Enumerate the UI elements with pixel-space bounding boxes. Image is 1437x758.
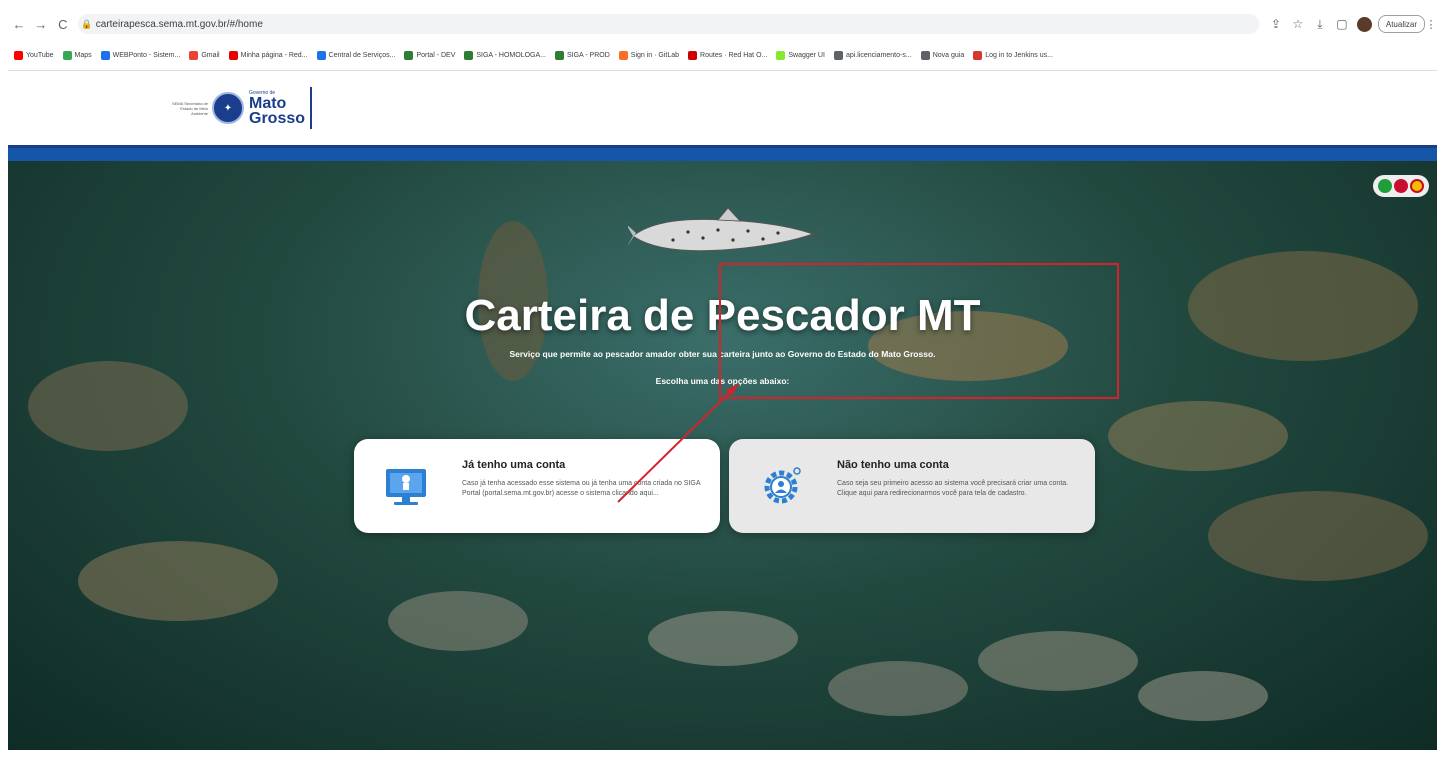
bookmark-favicon-icon (555, 50, 564, 60)
bookmarks-bar: YouTube Maps WEBPonto - Sistem... Gmail Minh… (14, 46, 1437, 64)
spain-flag-icon[interactable] (1410, 179, 1424, 193)
bookmark-item[interactable]: Nova guia (920, 50, 965, 60)
background-fish (388, 591, 528, 651)
star-icon[interactable]: ☆ (1287, 17, 1309, 31)
bookmark-label: WEBPonto - Sistem... (112, 51, 181, 59)
annotation-arrow-icon (617, 383, 739, 503)
bookmark-item[interactable]: SIGA - PROD (555, 50, 610, 60)
background-fish (978, 631, 1138, 691)
no-account-card[interactable]: Não tenho uma conta Caso seja seu primei… (729, 439, 1095, 533)
bookmark-label: Sign in · GitLab (630, 51, 680, 59)
browser-chrome: ← → C 🔒 carteirapesca.sema.mt.gov.br/#/h… (8, 8, 1437, 71)
bookmark-label: Central de Serviços... (328, 51, 396, 59)
browser-toolbar: ← → C 🔒 carteirapesca.sema.mt.gov.br/#/h… (8, 14, 1437, 34)
background-fish (1138, 671, 1268, 721)
uk-flag-icon[interactable] (1394, 179, 1408, 193)
bookmark-item[interactable]: api.licenciamento-s... (833, 50, 912, 60)
bookmark-item[interactable]: Maps (62, 50, 92, 60)
lock-icon: 🔒 (81, 18, 93, 29)
bookmark-item[interactable]: Gmail (189, 50, 220, 60)
bookmark-favicon-icon (62, 50, 72, 60)
forward-icon[interactable]: → (30, 14, 52, 34)
catfish-icon (628, 207, 823, 252)
bookmark-item[interactable]: Log in to Jenkins us... (973, 50, 1053, 60)
bookmark-favicon-icon (464, 50, 474, 60)
government-logo[interactable]: SEMA Secretaria de Estado de Meio Ambien… (168, 83, 313, 133)
browser-window: ← → C 🔒 carteirapesca.sema.mt.gov.br/#/h… (8, 8, 1437, 750)
bookmark-favicon-icon (100, 50, 110, 60)
bookmark-label: SIGA - PROD (567, 51, 610, 59)
bookmark-item[interactable]: Portal - DEV (404, 50, 456, 60)
bookmark-favicon-icon (316, 50, 326, 60)
bookmark-favicon-icon (228, 50, 238, 60)
bookmark-item[interactable]: Sign in · GitLab (618, 50, 680, 60)
brazil-flag-icon[interactable] (1378, 179, 1392, 193)
share-icon[interactable]: ⇪ (1265, 17, 1287, 31)
logo-line2: Grosso (249, 110, 306, 127)
bookmark-label: Gmail (201, 51, 220, 59)
logo-line1: Mato (249, 95, 287, 112)
url-text: carteirapesca.sema.mt.gov.br/#/home (95, 18, 263, 30)
bookmark-favicon-icon (776, 50, 786, 60)
background-fish (28, 361, 188, 451)
background-fish (1208, 491, 1428, 581)
tab-view-icon[interactable]: ▢ (1331, 17, 1353, 31)
bookmark-item[interactable]: Minha página - Red... (228, 50, 308, 60)
bookmark-label: Portal - DEV (416, 51, 456, 59)
bookmark-label: Maps (74, 51, 92, 59)
bookmark-label: Nova guia (932, 51, 965, 59)
bookmark-item[interactable]: Routes · Red Hat O... (688, 50, 768, 60)
download-icon[interactable]: ⤓ (1309, 17, 1331, 32)
bookmark-label: Log in to Jenkins us... (985, 51, 1053, 59)
has-account-title: Já tenho uma conta (462, 459, 566, 471)
bookmark-label: api.licenciamento-s... (845, 51, 912, 59)
bookmark-favicon-icon (833, 50, 843, 60)
no-account-description: Caso seja seu primeiro acesso ao sistema… (837, 480, 1069, 497)
menu-icon[interactable]: ⋮ (1425, 18, 1437, 31)
background-fish (78, 541, 278, 621)
bookmark-item[interactable]: Swagger UI (776, 50, 825, 60)
profile-avatar[interactable] (1356, 16, 1372, 32)
bookmark-label: YouTube (26, 51, 54, 59)
bookmark-label: SIGA - HOMOLOGA... (476, 51, 546, 59)
bookmark-item[interactable]: WEBPonto - Sistem... (100, 50, 181, 60)
bookmark-item[interactable]: YouTube (14, 50, 54, 60)
no-account-title: Não tenho uma conta (837, 459, 949, 471)
bookmark-label: Routes · Red Hat O... (700, 51, 768, 59)
bookmark-favicon-icon (973, 50, 983, 60)
settings-user-icon (764, 467, 801, 504)
bookmark-favicon-icon (189, 50, 199, 60)
site-header: SEMA Secretaria de Estado de Meio Ambien… (8, 71, 1437, 145)
bookmark-favicon-icon (920, 50, 930, 60)
language-selector (1373, 175, 1429, 197)
bookmark-favicon-icon (404, 50, 414, 60)
bookmark-favicon-icon (14, 50, 23, 60)
bookmark-item[interactable]: SIGA - HOMOLOGA... (464, 50, 546, 60)
state-seal-icon: ✦ (212, 92, 244, 124)
back-icon[interactable]: ← (8, 14, 30, 34)
background-fish (828, 661, 968, 716)
browser-tools: ⇪ ☆ ⤓ ▢ Atualizar ⋮ (1265, 15, 1437, 33)
address-bar[interactable]: 🔒 carteirapesca.sema.mt.gov.br/#/home (77, 14, 1259, 34)
bookmark-label: Minha página - Red... (240, 51, 308, 59)
background-fish (648, 611, 798, 666)
computer-login-icon (386, 469, 426, 505)
update-button[interactable]: Atualizar (1377, 15, 1425, 33)
bookmark-item[interactable]: Central de Serviços... (316, 50, 396, 60)
annotation-highlight-box (719, 263, 1119, 399)
logo-divider (310, 87, 313, 129)
background-fish (1108, 401, 1288, 471)
bookmark-favicon-icon (618, 50, 628, 60)
reload-icon[interactable]: C (52, 14, 74, 34)
sema-logo-text: SEMA Secretaria de Estado de Meio Ambien… (171, 100, 208, 116)
bookmark-favicon-icon (688, 50, 698, 60)
bookmark-label: Swagger UI (788, 51, 825, 59)
logo-words: Governo de Mato Grosso (249, 90, 306, 127)
